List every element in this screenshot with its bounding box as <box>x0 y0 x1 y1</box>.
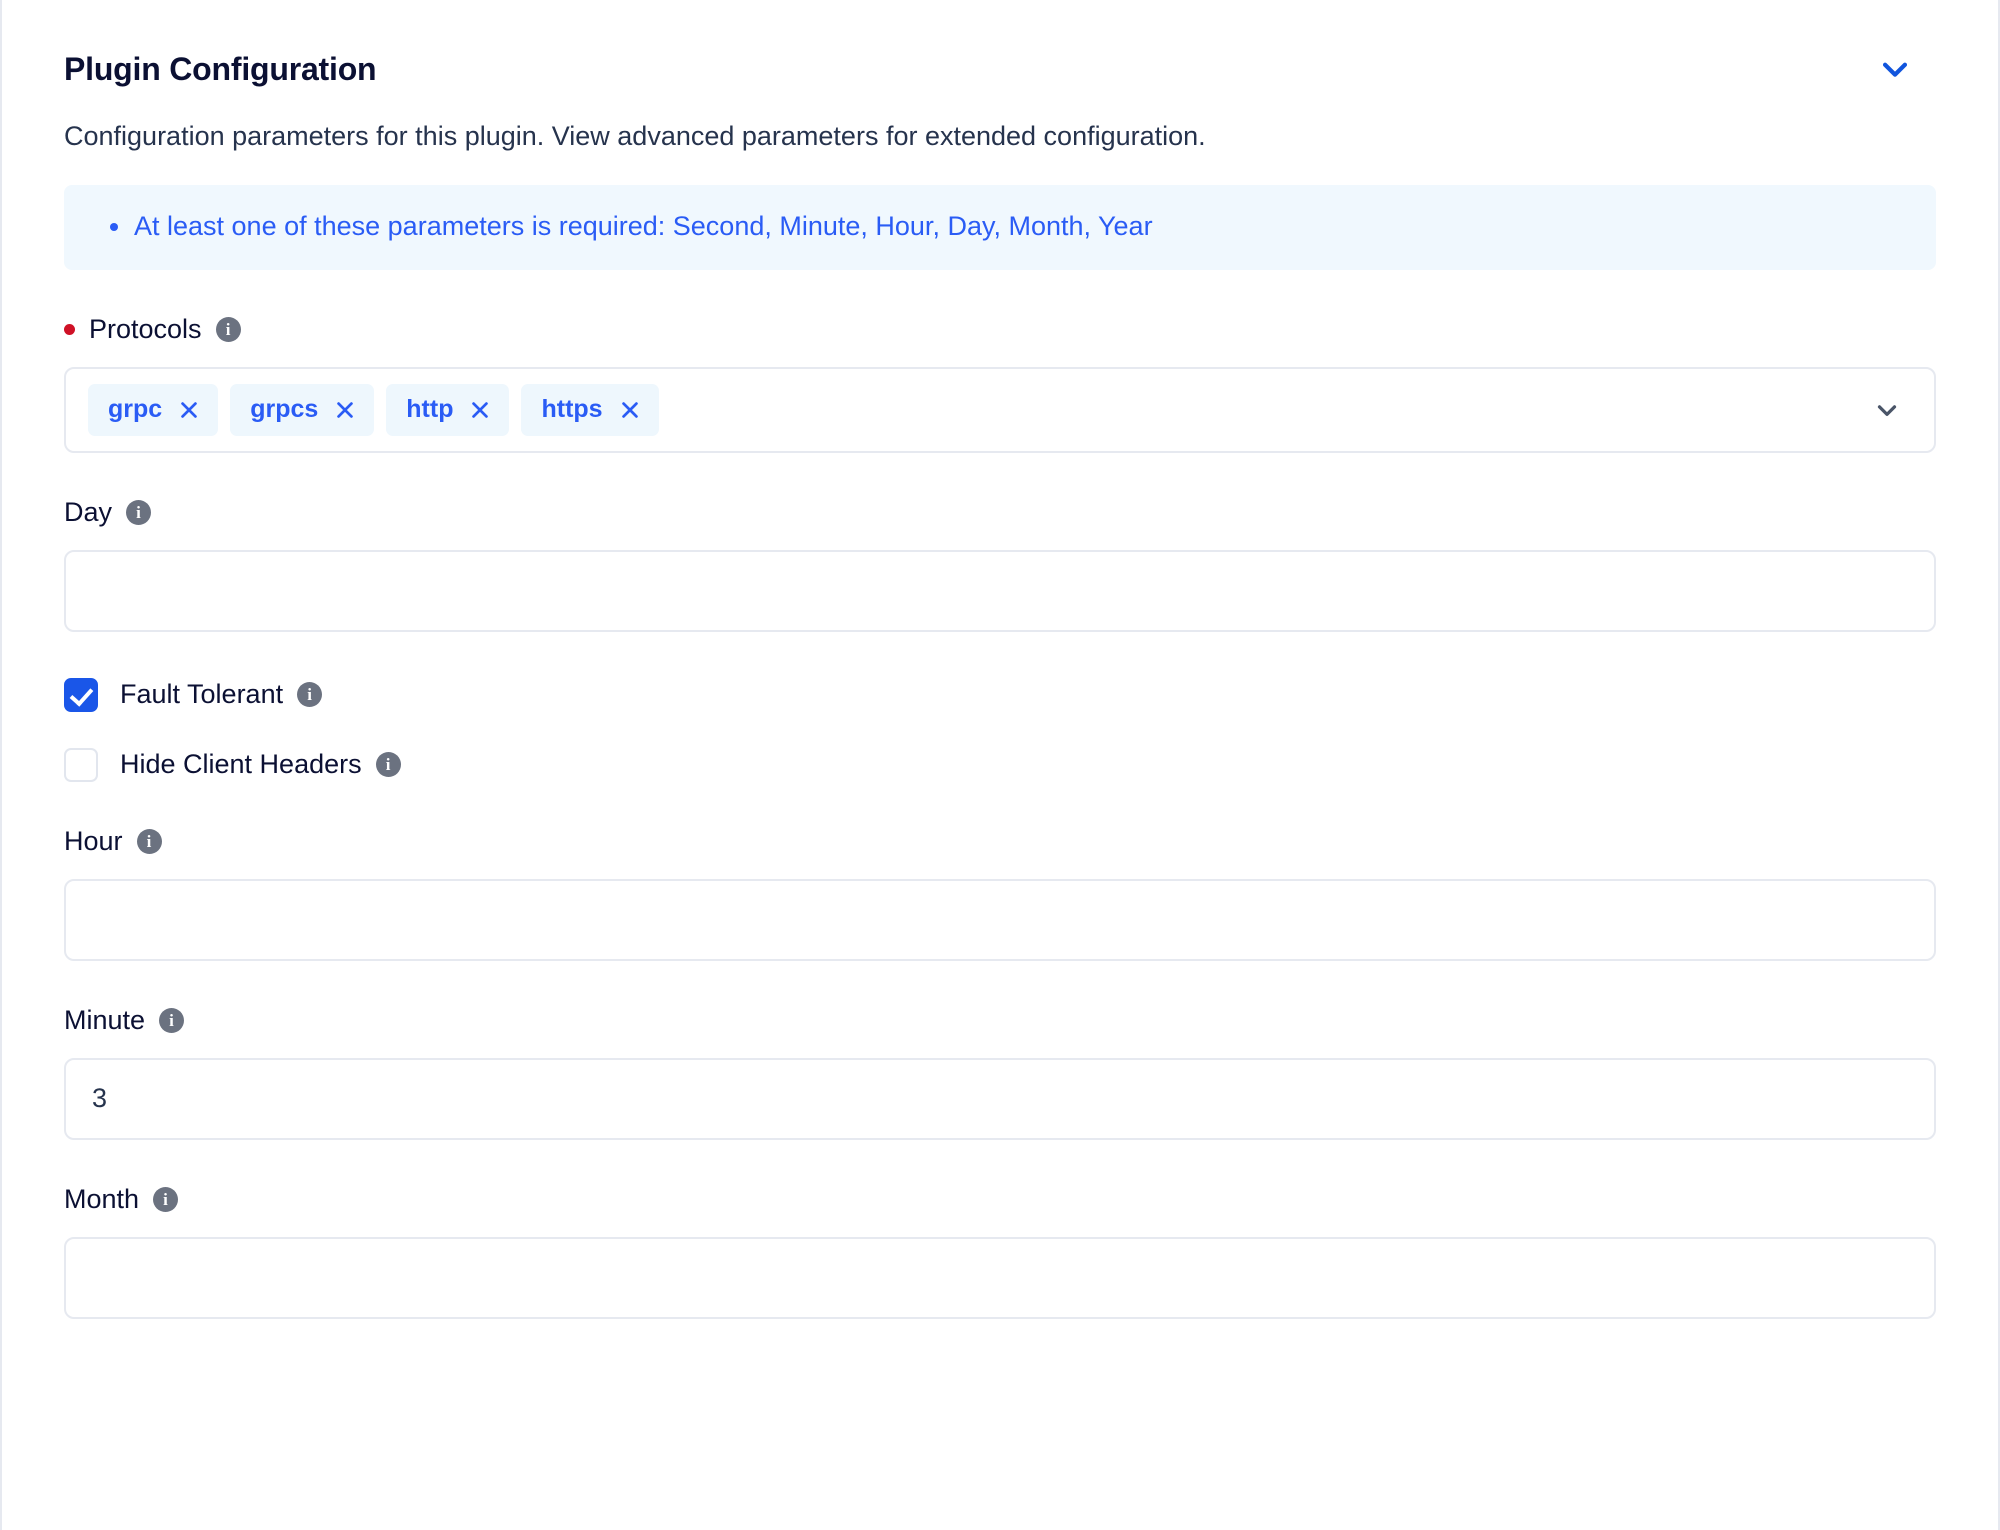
info-icon[interactable]: i <box>136 828 162 854</box>
month-label: Month <box>64 1183 140 1214</box>
chip-label: https <box>541 395 603 424</box>
hour-input[interactable] <box>64 878 1936 961</box>
info-icon[interactable]: i <box>215 316 241 342</box>
info-icon[interactable]: i <box>126 499 152 525</box>
minute-input[interactable]: 3 <box>64 1057 1936 1140</box>
minute-label: Minute <box>64 1004 146 1035</box>
info-icon[interactable]: i <box>297 682 323 708</box>
close-icon[interactable] <box>178 399 200 421</box>
info-icon[interactable]: i <box>159 1007 185 1033</box>
field-hour: Hour i <box>64 826 1936 961</box>
field-minute: Minute i 3 <box>64 1005 1936 1140</box>
fault-tolerant-checkbox[interactable] <box>64 677 98 712</box>
field-month: Month i <box>64 1184 1936 1319</box>
chevron-down-icon[interactable] <box>1872 395 1902 425</box>
info-icon[interactable]: i <box>153 1186 179 1212</box>
plugin-configuration-panel: Plugin Configuration Configuration param… <box>0 0 2000 1530</box>
field-fault-tolerant[interactable]: Fault Tolerant i <box>64 677 1936 712</box>
protocol-chip-grpcs[interactable]: grpcs <box>230 383 375 436</box>
info-icon[interactable]: i <box>375 752 401 778</box>
panel-description: Configuration parameters for this plugin… <box>64 121 1206 152</box>
hide-client-headers-checkbox[interactable] <box>64 747 98 782</box>
hide-client-headers-label: Hide Client Headers <box>120 749 362 780</box>
protocols-multiselect[interactable]: grpc grpcs http https <box>64 366 1936 453</box>
chip-label: grpc <box>108 395 163 424</box>
chip-label: grpcs <box>250 395 319 424</box>
field-protocols: Protocols i grpc grpcs http https <box>64 314 1936 453</box>
panel-header: Plugin Configuration <box>64 0 1936 88</box>
protocols-label-row: Protocols i <box>64 314 1936 345</box>
page-title: Plugin Configuration <box>64 51 377 87</box>
hour-label: Hour <box>64 825 123 856</box>
protocol-chip-https[interactable]: https <box>521 383 659 436</box>
field-day: Day i <box>64 497 1936 632</box>
hour-label-row: Hour i <box>64 826 1936 857</box>
protocol-chip-grpc[interactable]: grpc <box>88 383 219 436</box>
alert-item: At least one of these parameters is requ… <box>94 209 1906 244</box>
chevron-down-icon[interactable] <box>1878 52 1912 86</box>
minute-label-row: Minute i <box>64 1005 1936 1036</box>
day-label: Day <box>64 496 113 527</box>
minute-input-value: 3 <box>92 1083 108 1114</box>
month-label-row: Month i <box>64 1184 1936 1215</box>
close-icon[interactable] <box>619 399 641 421</box>
month-input[interactable] <box>64 1236 1936 1319</box>
close-icon[interactable] <box>469 399 491 421</box>
fault-tolerant-label: Fault Tolerant <box>120 679 284 710</box>
chip-label: http <box>406 395 454 424</box>
field-hide-client-headers[interactable]: Hide Client Headers i <box>64 747 1936 782</box>
protocols-label: Protocols <box>89 313 202 344</box>
day-input[interactable] <box>64 549 1936 632</box>
close-icon[interactable] <box>334 399 356 421</box>
protocol-chip-list: grpc grpcs http https <box>88 383 1872 436</box>
required-indicator-icon <box>64 323 75 335</box>
protocol-chip-http[interactable]: http <box>386 383 510 436</box>
info-alert: At least one of these parameters is requ… <box>64 184 1936 270</box>
day-label-row: Day i <box>64 497 1936 528</box>
